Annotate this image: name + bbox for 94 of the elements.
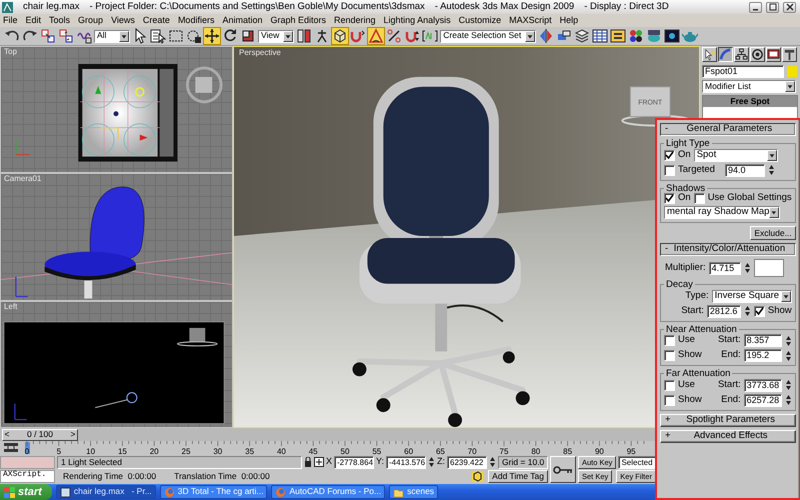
checkbox-label: Use bbox=[678, 380, 695, 390]
checkbox-label: Use bbox=[678, 335, 695, 346]
modifier-list-dropdown[interactable]: Modifier List bbox=[702, 80, 796, 93]
dropdown[interactable]: mental ray Shadow Map bbox=[664, 206, 780, 219]
trackbar[interactable]: 0 5 10 15 20 25 30 35 40 45 50 55 60 65 70 75 80 85 90 95 bbox=[24, 441, 652, 455]
frame-number: 50 bbox=[340, 447, 350, 455]
dropdown[interactable]: View bbox=[258, 30, 294, 42]
number-field[interactable]: 6257.28 bbox=[744, 394, 782, 406]
frame-number: 80 bbox=[531, 447, 540, 455]
axis-label: X bbox=[326, 457, 332, 468]
axis-label: Y: bbox=[376, 457, 384, 468]
dropdown[interactable]: All bbox=[94, 30, 130, 42]
number-field[interactable]: 2812.6 bbox=[706, 304, 741, 318]
add-time-tag-button[interactable]: Add Time Tag bbox=[488, 470, 548, 484]
frame-number: 15 bbox=[118, 447, 127, 455]
frame-number: 60 bbox=[404, 447, 414, 455]
exclude-button[interactable]: Exclude... bbox=[750, 226, 796, 240]
frame-number: 90 bbox=[594, 447, 604, 455]
frame-number: 10 bbox=[86, 447, 96, 455]
field-label: End: bbox=[721, 394, 741, 406]
axis-label: Z: bbox=[437, 457, 445, 468]
dropdown[interactable]: Create Selection Set bbox=[440, 30, 536, 42]
number-field[interactable]: 8.357 bbox=[744, 334, 782, 347]
menu-item[interactable]: Create bbox=[142, 16, 170, 26]
number-field[interactable]: 3773.68 bbox=[744, 378, 782, 392]
frame-number: 75 bbox=[500, 447, 508, 455]
rollout-header[interactable]: - General Parameters bbox=[660, 123, 796, 136]
menu-item[interactable]: Group bbox=[78, 16, 104, 26]
display-driver: - Display : Direct 3D bbox=[584, 2, 669, 12]
dropdown[interactable]: Spot bbox=[694, 148, 778, 162]
taskbar-button[interactable]: 3D Total - The cg arti... bbox=[160, 485, 268, 499]
number-field[interactable]: 94.0 bbox=[724, 164, 765, 176]
taskbar-button[interactable]: chair leg.max - Pr... bbox=[56, 485, 156, 499]
coordinate-field[interactable]: 6239.422 bbox=[447, 456, 487, 469]
menu-item[interactable]: Animation bbox=[222, 16, 262, 26]
menu-item[interactable]: Tools bbox=[49, 16, 70, 26]
frame-number: 25 bbox=[182, 447, 190, 455]
field-label: End: bbox=[721, 350, 741, 361]
rollout-header[interactable]: - Intensity/Color/Attenuation bbox=[660, 243, 796, 256]
frame-number: 30 bbox=[213, 447, 222, 455]
render-time: Rendering Time 0:00:00 bbox=[63, 472, 156, 482]
viewport-label[interactable]: Top bbox=[1, 47, 20, 58]
stack-item[interactable]: Free Spot bbox=[703, 96, 797, 108]
time-slider-thumb[interactable]: < 0 / 100 > bbox=[2, 428, 78, 440]
app-name: - Autodesk 3ds Max Design 2009 bbox=[434, 2, 574, 12]
checkbox-label: Use Global Settings bbox=[708, 193, 792, 204]
frame-number: 55 bbox=[372, 447, 382, 455]
object-name-field[interactable]: Fspot01 bbox=[702, 65, 784, 78]
translation-time: Translation Time 0:00:00 bbox=[174, 472, 270, 482]
key-mode-dropdown[interactable]: Selected bbox=[618, 456, 656, 469]
menu-item[interactable]: Modifiers bbox=[178, 16, 214, 26]
rollout-header[interactable]: + Advanced Effects bbox=[660, 430, 796, 442]
coordinate-field[interactable]: -4413.576 bbox=[386, 456, 426, 469]
taskbar-button[interactable]: scenes bbox=[389, 485, 438, 499]
checkbox-label: On bbox=[678, 193, 691, 204]
checkbox-label: Show bbox=[678, 394, 702, 406]
frame-number: 35 bbox=[245, 447, 254, 455]
dropdown[interactable]: Inverse Square bbox=[712, 290, 792, 302]
menu-item[interactable]: MAXScript bbox=[509, 16, 552, 26]
start-button[interactable]: start bbox=[0, 484, 52, 500]
project-folder-path: - Project Folder: C:\Documents and Settings\Ben Goble\My Documents\3dsmax bbox=[90, 2, 425, 12]
menu-item[interactable]: Edit bbox=[26, 16, 42, 26]
frame-number: 70 bbox=[468, 447, 477, 455]
checkbox-label: Show bbox=[768, 306, 792, 316]
menu-item[interactable]: Graph Editors bbox=[270, 16, 326, 26]
menu-item[interactable]: Help bbox=[560, 16, 578, 26]
group-label: Decay bbox=[665, 280, 694, 290]
grid-size: Grid = 10.0 bbox=[498, 456, 548, 469]
coordinate-field[interactable]: -2778.864 bbox=[334, 456, 374, 469]
window-title: chair leg.max bbox=[23, 2, 80, 12]
number-field[interactable]: 195.2 bbox=[744, 349, 782, 362]
field-label: Start: bbox=[718, 380, 741, 390]
listener-output: AXScript. bbox=[0, 470, 55, 484]
viewport[interactable]: Top bbox=[0, 46, 233, 174]
taskbar-button[interactable]: AutoCAD Forums - Po... bbox=[271, 485, 386, 499]
frame-number: 95 bbox=[626, 447, 636, 455]
viewport-label[interactable]: Perspective bbox=[236, 48, 284, 59]
field-label: Start: bbox=[718, 335, 741, 346]
menu-item[interactable]: Rendering bbox=[334, 16, 376, 26]
menu-item[interactable]: Customize bbox=[458, 16, 502, 26]
checkbox-label: Show bbox=[678, 350, 702, 361]
menu-item[interactable]: File bbox=[3, 16, 18, 26]
menu-item[interactable]: Lighting Analysis bbox=[384, 16, 451, 26]
frame-number: 45 bbox=[308, 447, 318, 455]
frame-number: 5 bbox=[56, 447, 62, 455]
frame-number: 0 bbox=[24, 447, 30, 455]
rollout-header[interactable]: + Spotlight Parameters bbox=[660, 414, 796, 426]
frame-number: 20 bbox=[150, 447, 159, 455]
frame-number: 65 bbox=[436, 447, 445, 455]
menu-item[interactable]: Views bbox=[111, 16, 135, 26]
checkbox-label: On bbox=[678, 150, 691, 160]
frame-number: 85 bbox=[563, 447, 572, 455]
frame-number: 40 bbox=[276, 447, 286, 455]
number-field[interactable]: 4.715 bbox=[708, 262, 741, 274]
